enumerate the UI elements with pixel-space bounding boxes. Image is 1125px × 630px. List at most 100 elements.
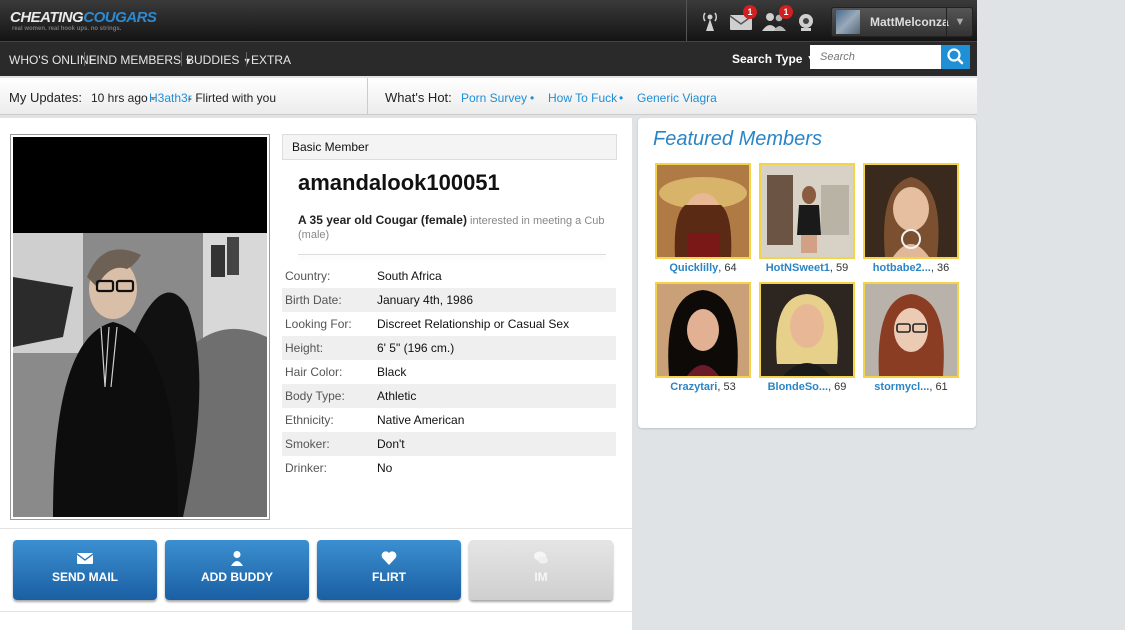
- bullet-icon: •: [619, 91, 624, 105]
- search-button[interactable]: [941, 45, 970, 69]
- search-input[interactable]: [810, 45, 941, 69]
- whats-hot-label: What's Hot:: [385, 90, 452, 105]
- search-type-dropdown[interactable]: Search Type ▼: [732, 52, 818, 66]
- send-mail-label: SEND MAIL: [52, 570, 118, 584]
- my-updates-label: My Updates:: [9, 90, 82, 105]
- profile-photo[interactable]: [10, 134, 270, 520]
- nav-divider: [246, 52, 247, 66]
- nav-buddies[interactable]: BUDDIES ▼: [186, 53, 252, 67]
- detail-row: Country: South Africa: [282, 264, 616, 288]
- detail-label: Looking For:: [285, 317, 352, 331]
- updates-divider: [367, 78, 368, 114]
- detail-value: Don't: [377, 437, 405, 451]
- divider: [298, 254, 606, 255]
- member-name: stormycl..., 61: [863, 381, 959, 393]
- member-name-link[interactable]: BlondeSo...: [768, 381, 829, 393]
- detail-label: Birth Date:: [285, 293, 342, 307]
- username: MattMelconza: [870, 15, 949, 29]
- member-thumbnail[interactable]: [863, 282, 959, 378]
- nav-find-members[interactable]: FIND MEMBERS ▼: [89, 53, 193, 67]
- webcam-icon[interactable]: [795, 10, 817, 32]
- member-age: , 59: [829, 262, 849, 274]
- member-age: , 64: [718, 262, 737, 274]
- detail-label: Drinker:: [285, 461, 328, 475]
- featured-title: Featured Members: [653, 128, 822, 150]
- radio-tower-icon[interactable]: [699, 10, 721, 32]
- detail-row: Smoker: Don't: [282, 432, 616, 456]
- im-button[interactable]: IM: [469, 540, 613, 600]
- member-type: Basic Member: [292, 140, 369, 154]
- hot-link-porn-survey[interactable]: Porn Survey: [461, 91, 527, 105]
- profile-tagline: A 35 year old Cougar (female) interested…: [298, 213, 613, 242]
- tagline-strong: A 35 year old Cougar (female): [298, 213, 467, 227]
- member-name-link[interactable]: stormycl...: [874, 381, 929, 393]
- member-thumbnail[interactable]: [759, 282, 855, 378]
- detail-value: No: [377, 461, 393, 475]
- flirt-button[interactable]: FLIRT: [317, 540, 461, 600]
- detail-row: Hair Color: Black: [282, 360, 616, 384]
- mail-badge: 1: [743, 5, 757, 19]
- detail-value: Black: [377, 365, 407, 379]
- member-name-link[interactable]: Quicklilly: [669, 262, 718, 274]
- im-label: IM: [534, 570, 548, 584]
- update-text: - Flirted with you: [188, 91, 277, 105]
- member-name: HotNSweet1, 59: [759, 262, 855, 274]
- member-age: , 53: [717, 381, 736, 393]
- detail-value: 6' 5" (196 cm.): [377, 341, 455, 355]
- profile-photo-image: [13, 137, 267, 517]
- member-age: , 69: [828, 381, 847, 393]
- nav-divider: [181, 52, 182, 66]
- member-thumbnail[interactable]: [655, 163, 751, 259]
- member-thumbnail[interactable]: [655, 282, 751, 378]
- detail-label: Smoker:: [285, 437, 330, 451]
- profile-panel: Basic Member amandalook100051 A 35 year …: [0, 118, 632, 630]
- detail-row: Drinker: No: [282, 456, 616, 480]
- member-thumbnail[interactable]: [759, 163, 855, 259]
- detail-row: Looking For: Discreet Relationship or Cas…: [282, 312, 616, 336]
- member-name-link[interactable]: Crazytari: [670, 381, 717, 393]
- search-icon: [947, 48, 964, 65]
- nav-find-members-label: FIND MEMBERS: [89, 53, 182, 67]
- detail-row: Height: 6' 5" (196 cm.): [282, 336, 616, 360]
- hot-link-generic-viagra[interactable]: Generic Viagra: [637, 91, 717, 105]
- nav-extra[interactable]: EXTRA: [251, 53, 291, 67]
- chevron-down-icon[interactable]: ▼: [946, 8, 973, 36]
- mail-icon[interactable]: 1: [729, 5, 757, 32]
- detail-label: Country:: [285, 269, 331, 283]
- detail-row: Body Type: Athletic: [282, 384, 616, 408]
- mail-icon: [77, 553, 93, 564]
- send-mail-button[interactable]: SEND MAIL: [13, 540, 157, 600]
- member-name-link[interactable]: HotNSweet1: [766, 262, 830, 274]
- logo-tagline: real women. real hook ups. no strings.: [12, 26, 122, 32]
- member-name: Quicklilly, 64: [655, 262, 751, 274]
- user-menu[interactable]: MattMelconza ▼: [831, 7, 973, 37]
- profile-name: amandalook100051: [298, 170, 500, 195]
- site-logo[interactable]: CHEATINGCOUGARS real women. real hook up…: [10, 9, 157, 32]
- avatar: [836, 10, 860, 34]
- detail-label: Ethnicity:: [285, 413, 334, 427]
- logo-text-1: CHEATING: [10, 9, 84, 26]
- nav-divider: [84, 52, 85, 66]
- friends-icon[interactable]: 1: [761, 5, 793, 32]
- member-name-link[interactable]: hotbabe2...: [873, 262, 931, 274]
- featured-members-panel: Featured Members Quicklilly, 64 HotNSwee…: [638, 118, 976, 428]
- detail-label: Hair Color:: [285, 365, 343, 379]
- update-user-link[interactable]: H3ath3r: [149, 91, 192, 105]
- add-buddy-button[interactable]: ADD BUDDY: [165, 540, 309, 600]
- member-type-badge: Basic Member: [282, 134, 617, 160]
- member-age: , 61: [929, 381, 948, 393]
- chat-icon: [534, 551, 548, 564]
- member-age: , 36: [930, 262, 950, 274]
- member-thumbnail[interactable]: [863, 163, 959, 259]
- detail-label: Height:: [285, 341, 324, 355]
- person-icon: [231, 551, 243, 566]
- detail-value: Native American: [377, 413, 465, 427]
- logo-text-2: COUGARS: [83, 9, 157, 26]
- updates-bar: My Updates: 10 hrs ago - H3ath3r - Flirt…: [0, 78, 977, 115]
- heart-icon: [381, 551, 397, 565]
- divider: [0, 528, 632, 529]
- friends-badge: 1: [779, 5, 793, 19]
- detail-value: Discreet Relationship or Casual Sex: [377, 317, 570, 331]
- hot-link-how-to[interactable]: How To Fuck: [548, 91, 617, 105]
- top-bar: CHEATINGCOUGARS real women. real hook up…: [0, 0, 977, 41]
